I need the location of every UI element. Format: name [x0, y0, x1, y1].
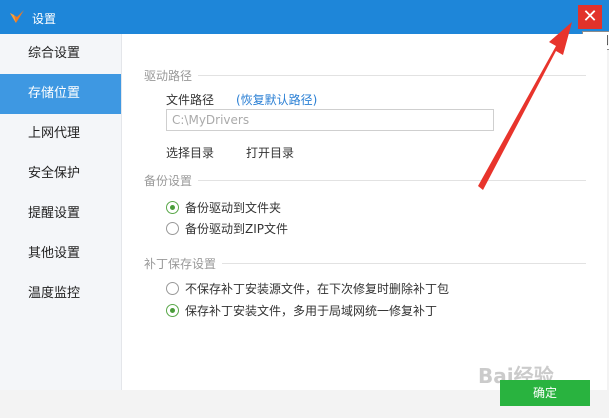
backup-to-zip-option[interactable]: 备份驱动到ZIP文件: [166, 220, 288, 236]
close-button[interactable]: ✕: [578, 5, 602, 29]
do-not-keep-patch-label: 不保存补丁安装源文件，在下次修复时删除补丁包: [185, 281, 450, 296]
section-divider: [222, 263, 586, 264]
keep-patch-label: 保存补丁安装文件，多用于局域网统一修复补丁: [185, 303, 438, 318]
radio-unchecked-icon[interactable]: [166, 221, 179, 235]
window-title: 设置: [32, 12, 57, 26]
sidebar-item-other[interactable]: 其他设置: [0, 234, 121, 274]
do-not-keep-patch-option[interactable]: 不保存补丁安装源文件，在下次修复时删除补丁包: [166, 280, 449, 296]
backup-to-folder-option[interactable]: 备份驱动到文件夹: [166, 199, 281, 215]
sidebar-item-storage[interactable]: 存储位置: [0, 74, 121, 114]
restore-default-path-link[interactable]: (恢复默认路径): [236, 91, 317, 108]
keep-patch-option[interactable]: 保存补丁安装文件，多用于局域网统一修复补丁: [166, 302, 437, 318]
sidebar-item-security[interactable]: 安全保护: [0, 154, 121, 194]
radio-checked-icon[interactable]: [166, 303, 179, 317]
sidebar-item-general[interactable]: 综合设置: [0, 34, 121, 74]
choose-directory-button[interactable]: 选择目录: [166, 144, 214, 161]
backup-to-zip-label: 备份驱动到ZIP文件: [185, 221, 288, 236]
app-logo-icon: [10, 10, 24, 23]
backup-to-folder-label: 备份驱动到文件夹: [185, 200, 282, 215]
driver-path-section-title: 驱动路径: [144, 69, 193, 83]
driver-path-input[interactable]: [166, 109, 494, 131]
sidebar-item-proxy[interactable]: 上网代理: [0, 114, 121, 154]
sidebar-item-reminders[interactable]: 提醒设置: [0, 194, 121, 234]
backup-section-title: 备份设置: [144, 174, 193, 188]
sidebar-item-temperature[interactable]: 温度监控: [0, 274, 121, 314]
section-divider: [198, 75, 586, 76]
radio-checked-icon[interactable]: [166, 200, 179, 214]
settings-sidebar: 综合设置 存储位置 上网代理 安全保护 提醒设置 其他设置 温度监控: [0, 34, 122, 390]
settings-content: 驱动路径 文件路径 (恢复默认路径) 选择目录 打开目录 备份设置 备份驱动到文…: [122, 34, 607, 390]
file-path-label: 文件路径: [166, 93, 215, 107]
ok-button[interactable]: 确定: [500, 380, 590, 406]
open-directory-button[interactable]: 打开目录: [246, 144, 294, 161]
radio-unchecked-icon[interactable]: [166, 281, 179, 295]
title-bar: 设置: [0, 0, 609, 34]
section-divider: [198, 180, 586, 181]
patch-section-title: 补丁保存设置: [144, 257, 217, 271]
